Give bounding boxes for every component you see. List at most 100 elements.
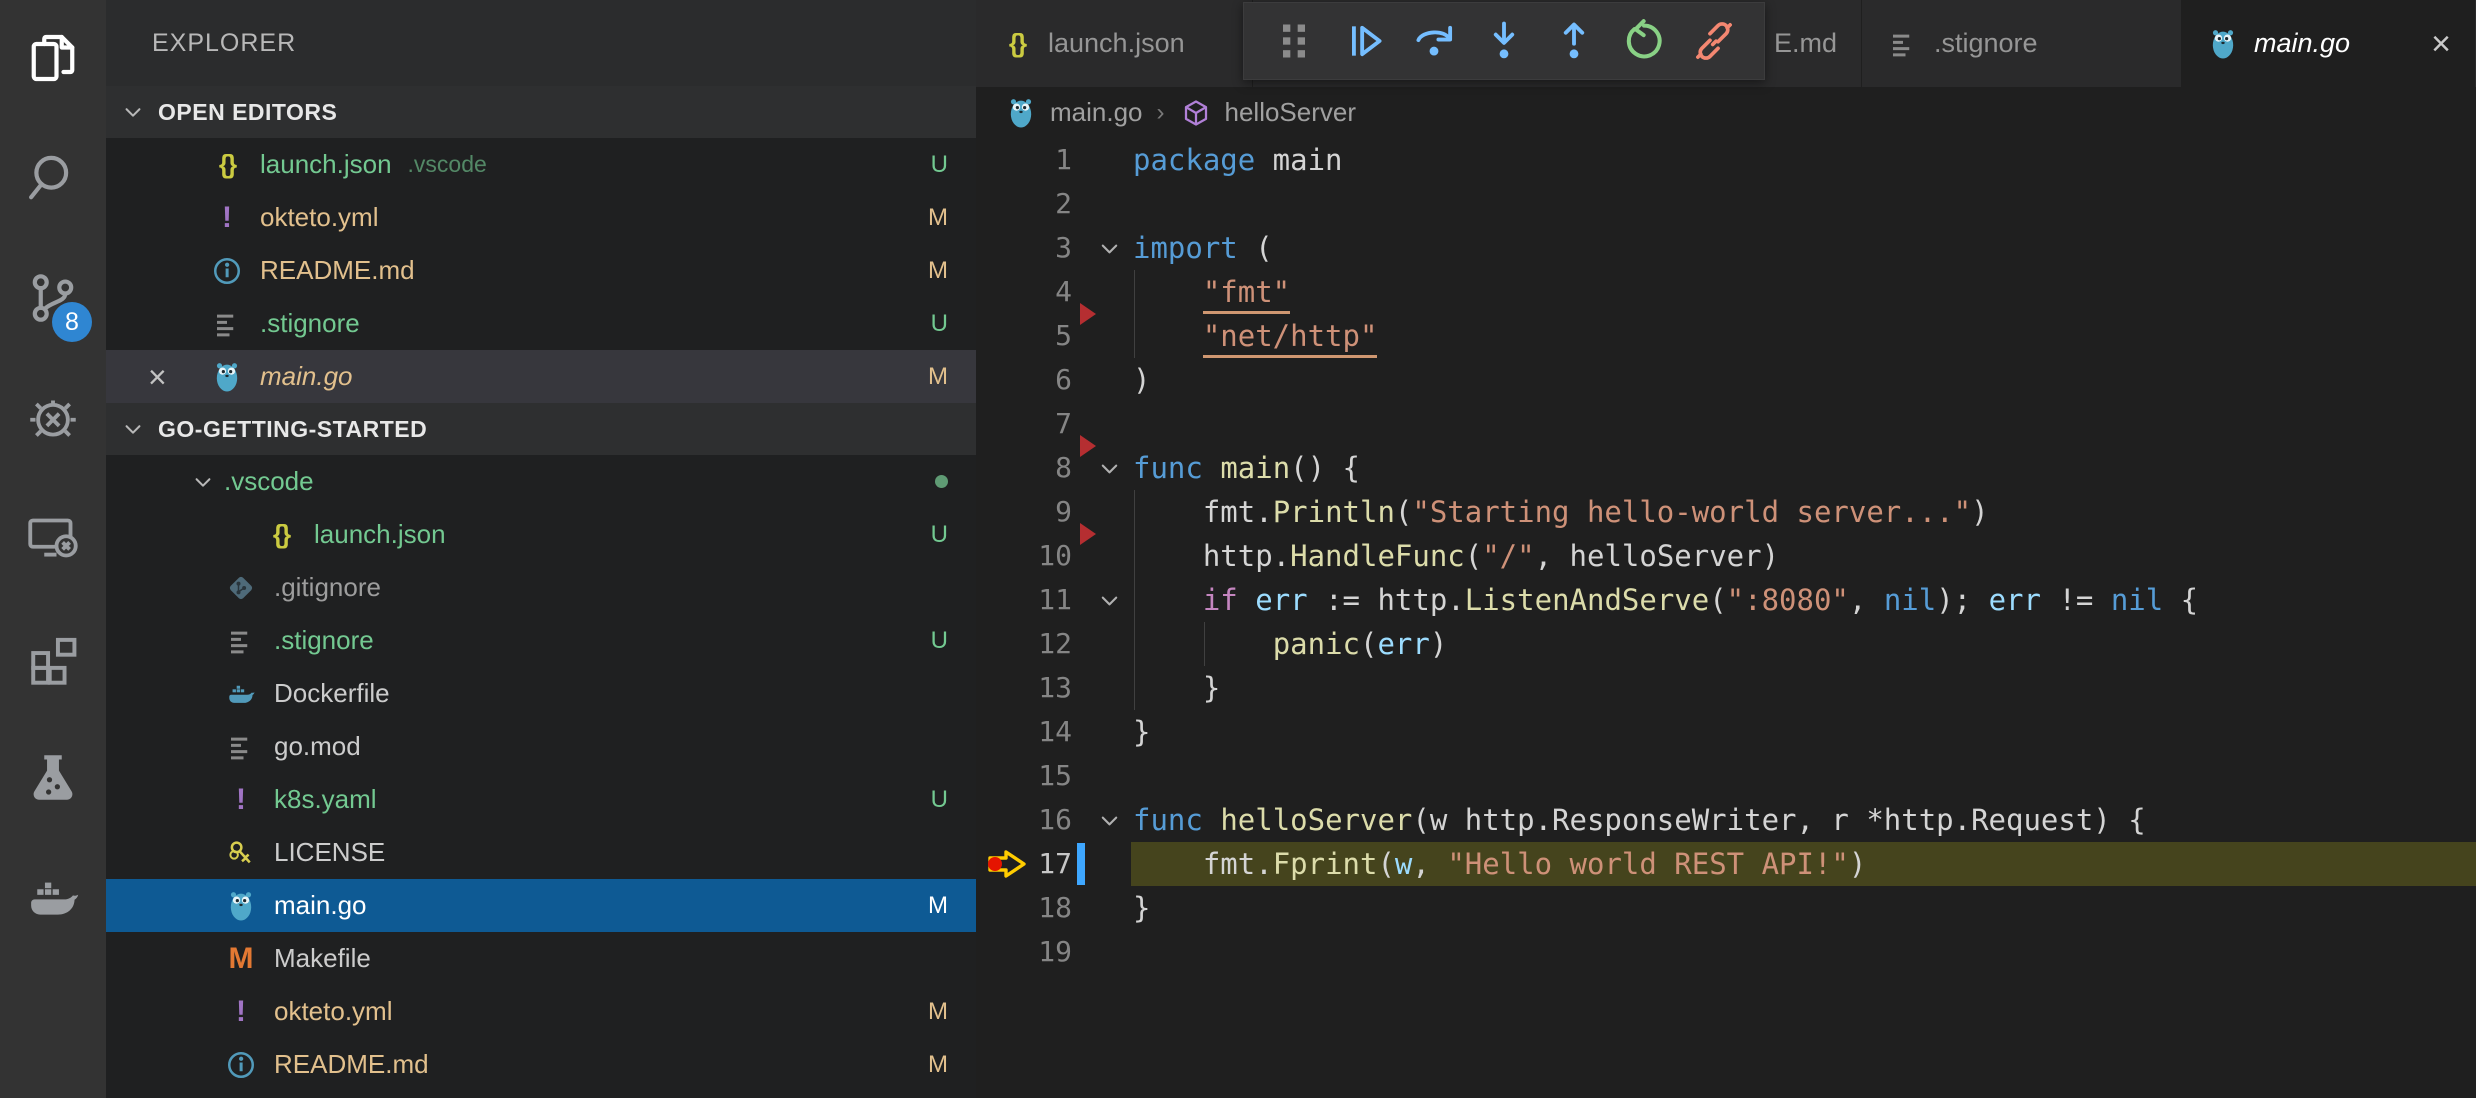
fold-chevron-icon[interactable] <box>1092 226 1126 270</box>
code-line-17[interactable]: 17 fmt.Fprint(w, "Hello world REST API!"… <box>976 842 2476 886</box>
file-label: main.go <box>260 361 353 392</box>
breadcrumb-file[interactable]: main.go <box>1050 97 1143 128</box>
fold-chevron-icon[interactable] <box>1092 446 1126 490</box>
search-icon <box>25 150 81 211</box>
oe-item-README.md[interactable]: README.mdM <box>106 244 976 297</box>
oe-item-.stignore[interactable]: .stignoreU <box>106 297 976 350</box>
fold-chevron-icon[interactable] <box>1092 578 1126 622</box>
line-number[interactable]: 8 <box>976 446 1072 490</box>
code-line-12[interactable]: 12 panic(err) <box>976 622 2476 666</box>
code-editor[interactable]: 1package main23import (4 "fmt"5 "net/htt… <box>976 138 2476 1098</box>
debug-step-out-button[interactable] <box>1542 9 1606 73</box>
folder-header[interactable]: GO-GETTING-STARTED <box>106 403 976 455</box>
line-number[interactable]: 7 <box>976 402 1072 446</box>
debug-disconnect-button[interactable] <box>1682 9 1746 73</box>
code-line-1[interactable]: 1package main <box>976 138 2476 182</box>
line-number[interactable]: 12 <box>976 622 1072 666</box>
code-line-13[interactable]: 13 } <box>976 666 2476 710</box>
line-number[interactable]: 4 <box>976 270 1072 314</box>
git-status-badge: M <box>928 257 948 285</box>
file-label: Makefile <box>274 943 371 974</box>
activity-testing-button[interactable] <box>0 720 106 840</box>
lines-file-icon <box>1886 27 1920 61</box>
debug-step-into-button[interactable] <box>1472 9 1536 73</box>
line-number[interactable]: 11 <box>976 578 1072 622</box>
line-number[interactable]: 13 <box>976 666 1072 710</box>
line-number[interactable]: 9 <box>976 490 1072 534</box>
activity-explorer-button[interactable] <box>0 0 106 120</box>
close-icon[interactable]: × <box>148 361 188 393</box>
tab-label: launch.json <box>1048 28 1185 59</box>
code-line-11[interactable]: 11 if err := http.ListenAndServe(":8080"… <box>976 578 2476 622</box>
tree-item-.vscode[interactable]: .vscode <box>106 455 976 508</box>
activity-search-button[interactable] <box>0 120 106 240</box>
tree-item-go.mod[interactable]: go.mod <box>106 720 976 773</box>
tree-item-.gitignore[interactable]: .gitignore <box>106 561 976 614</box>
code-line-7[interactable]: 7 <box>976 402 2476 446</box>
go-file-icon <box>1004 96 1038 130</box>
code-line-5[interactable]: 5 "net/http" <box>976 314 2476 358</box>
whale-file-icon <box>224 677 258 711</box>
code-line-14[interactable]: 14} <box>976 710 2476 754</box>
debug-step-over-button[interactable] <box>1402 9 1466 73</box>
code-line-2[interactable]: 2 <box>976 182 2476 226</box>
tree-item-Makefile[interactable]: MMakefile <box>106 932 976 985</box>
code-text: } <box>1133 886 1150 930</box>
open-editors-header[interactable]: OPEN EDITORS <box>106 86 976 138</box>
json-file-icon: {} <box>264 518 298 552</box>
line-number[interactable]: 18 <box>976 886 1072 930</box>
activity-remote-explorer-button[interactable] <box>0 480 106 600</box>
code-line-4[interactable]: 4 "fmt" <box>976 270 2476 314</box>
oe-item-main.go[interactable]: ×main.goM <box>106 350 976 403</box>
tree-item-Dockerfile[interactable]: Dockerfile <box>106 667 976 720</box>
fold-chevron-icon[interactable] <box>1092 798 1126 842</box>
debug-restart-button[interactable] <box>1612 9 1676 73</box>
activity-source-control-button[interactable]: 8 <box>0 240 106 360</box>
debug-continue-button[interactable] <box>1332 9 1396 73</box>
breadcrumb-symbol[interactable]: helloServer <box>1225 97 1357 128</box>
tree-item-.stignore[interactable]: .stignoreU <box>106 614 976 667</box>
line-number[interactable]: 15 <box>976 754 1072 798</box>
code-line-10[interactable]: 10 http.HandleFunc("/", helloServer) <box>976 534 2476 578</box>
close-icon[interactable]: × <box>2431 27 2451 61</box>
line-number[interactable]: 14 <box>976 710 1072 754</box>
code-line-19[interactable]: 19 <box>976 930 2476 974</box>
tree-item-README.md[interactable]: README.mdM <box>106 1038 976 1091</box>
tab-.stignore[interactable]: .stignore <box>1862 0 2182 87</box>
tree-item-launch.json[interactable]: {}launch.jsonU <box>106 508 976 561</box>
sidebar-title: EXPLORER <box>106 0 976 86</box>
line-number[interactable]: 6 <box>976 358 1072 402</box>
oe-item-launch.json[interactable]: {}launch.json.vscodeU <box>106 138 976 191</box>
vscode-window: 8 EXPLORER OPEN EDITORS {}launch.json.vs… <box>0 0 2476 1098</box>
line-number[interactable]: 1 <box>976 138 1072 182</box>
debug-gripper-button[interactable] <box>1262 9 1326 73</box>
code-line-3[interactable]: 3import ( <box>976 226 2476 270</box>
line-number[interactable]: 2 <box>976 182 1072 226</box>
line-number[interactable]: 16 <box>976 798 1072 842</box>
line-number[interactable]: 3 <box>976 226 1072 270</box>
go-file-icon <box>2206 27 2240 61</box>
code-line-6[interactable]: 6) <box>976 358 2476 402</box>
tree-item-LICENSE[interactable]: LICENSE <box>106 826 976 879</box>
code-line-8[interactable]: 8func main() { <box>976 446 2476 490</box>
git-status-badge: U <box>931 151 948 179</box>
tab-launch.json[interactable]: {}launch.json <box>976 0 1253 87</box>
line-number[interactable]: 19 <box>976 930 1072 974</box>
code-line-16[interactable]: 16func helloServer(w http.ResponseWriter… <box>976 798 2476 842</box>
code-line-15[interactable]: 15 <box>976 754 2476 798</box>
code-line-18[interactable]: 18} <box>976 886 2476 930</box>
yaml-file-icon: ! <box>224 995 258 1029</box>
line-number[interactable]: 5 <box>976 314 1072 358</box>
debug-arrow-breakpoint-icon[interactable] <box>982 846 1034 882</box>
tree-item-k8s.yaml[interactable]: !k8s.yamlU <box>106 773 976 826</box>
oe-item-okteto.yml[interactable]: !okteto.ymlM <box>106 191 976 244</box>
activity-docker-button[interactable] <box>0 840 106 960</box>
code-line-9[interactable]: 9 fmt.Println("Starting hello-world serv… <box>976 490 2476 534</box>
line-number[interactable]: 10 <box>976 534 1072 578</box>
tab-main.go[interactable]: main.go× <box>2182 0 2475 87</box>
tree-item-main.go[interactable]: main.goM <box>106 879 976 932</box>
activity-extensions-button[interactable] <box>0 600 106 720</box>
chevron-down-icon <box>190 469 216 495</box>
activity-run-and-debug-button[interactable] <box>0 360 106 480</box>
tree-item-okteto.yml[interactable]: !okteto.ymlM <box>106 985 976 1038</box>
